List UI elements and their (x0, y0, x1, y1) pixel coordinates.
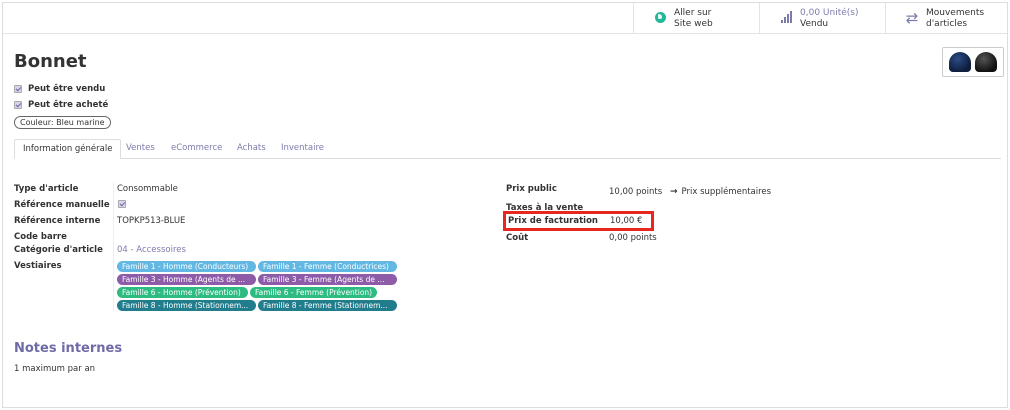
wardrobe-label: Vestiaires (14, 261, 62, 271)
can-be-sold-checkbox[interactable] (14, 85, 22, 93)
wardrobe-tag[interactable]: Famille 1 - Homme (Conducteurs) (117, 261, 256, 272)
category-value[interactable]: 04 - Accessoires (117, 245, 186, 255)
internal-notes-text[interactable]: 1 maximum par an (14, 364, 95, 374)
type-label: Type d'article (14, 184, 79, 194)
can-be-purchased-label: Peut être acheté (28, 100, 109, 110)
wardrobe-tag[interactable]: Famille 8 - Femme (Stationnem... (258, 300, 397, 311)
manual-ref-label: Référence manuelle (14, 200, 110, 210)
category-label: Catégorie d'article (14, 245, 103, 255)
website-button[interactable]: Aller sur Site web (633, 3, 759, 34)
tab-sales[interactable]: Ventes (126, 139, 155, 159)
tab-inventory[interactable]: Inventaire (281, 139, 324, 159)
sold-button[interactable]: 0,00 Unité(s) Vendu (759, 3, 885, 34)
invoice-price-label: Prix de facturation (508, 216, 598, 226)
barcode-label: Code barre (14, 232, 67, 242)
smart-button-bar: Aller sur Site web 0,00 Unité(s) Vendu ⇄… (3, 3, 1007, 34)
wardrobe-tag[interactable]: Famille 3 - Homme (Agents de ... (117, 274, 256, 285)
website-line1: Aller sur (674, 7, 712, 18)
type-value[interactable]: Consommable (117, 184, 178, 194)
extra-prices-button[interactable]: → Prix supplémentaires (670, 187, 771, 197)
tab-ecommerce[interactable]: eCommerce (171, 139, 222, 159)
attribute-value-tag: Couleur: Bleu marine (14, 116, 111, 129)
wardrobe-tag[interactable]: Famille 8 - Homme (Stationnem... (117, 300, 256, 311)
public-price-value[interactable]: 10,00 points (609, 187, 662, 197)
cost-label: Coût (506, 233, 529, 243)
wardrobe-tag[interactable]: Famille 6 - Homme (Prévention) (117, 287, 248, 298)
can-be-purchased-row: Peut être acheté (14, 100, 108, 110)
barcode-field[interactable] (117, 232, 237, 242)
globe-icon (646, 11, 674, 27)
product-name[interactable]: Bonnet (14, 51, 87, 72)
internal-notes-title: Notes internes (14, 341, 123, 356)
cost-value[interactable]: 0,00 points (609, 233, 657, 243)
moves-line1: Mouvements (926, 7, 985, 18)
tab-general-information[interactable]: Information générale (14, 139, 122, 159)
can-be-sold-label: Peut être vendu (28, 84, 106, 94)
manual-ref-checkbox[interactable] (118, 200, 126, 208)
bar-chart-icon (772, 10, 800, 27)
internal-ref-label: Référence interne (14, 216, 101, 226)
product-form: Aller sur Site web 0,00 Unité(s) Vendu ⇄… (2, 2, 1008, 408)
navy-beanie-image (949, 52, 971, 72)
internal-ref-value[interactable]: TOPKP513-BLUE (117, 216, 185, 226)
tab-purchase[interactable]: Achats (237, 139, 266, 159)
arrow-right-icon: → (670, 187, 678, 197)
can-be-purchased-checkbox[interactable] (14, 101, 22, 109)
public-price-label: Prix public (506, 184, 557, 194)
field-separator (113, 183, 114, 311)
black-beanie-image (975, 52, 997, 72)
sold-label: Vendu (800, 18, 829, 29)
wardrobe-tag[interactable]: Famille 3 - Femme (Agents de ... (258, 274, 397, 285)
invoice-price-value[interactable]: 10,00 € (610, 216, 642, 226)
moves-line2: d'articles (926, 18, 968, 29)
can-be-sold-row: Peut être vendu (14, 84, 105, 94)
stock-moves-button[interactable]: ⇄ Mouvements d'articles (885, 3, 1007, 34)
exchange-arrows-icon: ⇄ (905, 8, 919, 27)
notebook-tabs: Information générale Ventes eCommerce Ac… (14, 139, 1001, 159)
extra-prices-label: Prix supplémentaires (681, 187, 772, 197)
sold-quantity: 0,00 Unité(s) (800, 7, 859, 18)
product-image[interactable] (942, 47, 1004, 77)
wardrobe-tag[interactable]: Famille 1 - Femme (Conductrices) (258, 261, 397, 272)
website-line2: Site web (674, 18, 713, 29)
wardrobe-tag[interactable]: Famille 6 - Femme (Prévention) (250, 287, 377, 298)
